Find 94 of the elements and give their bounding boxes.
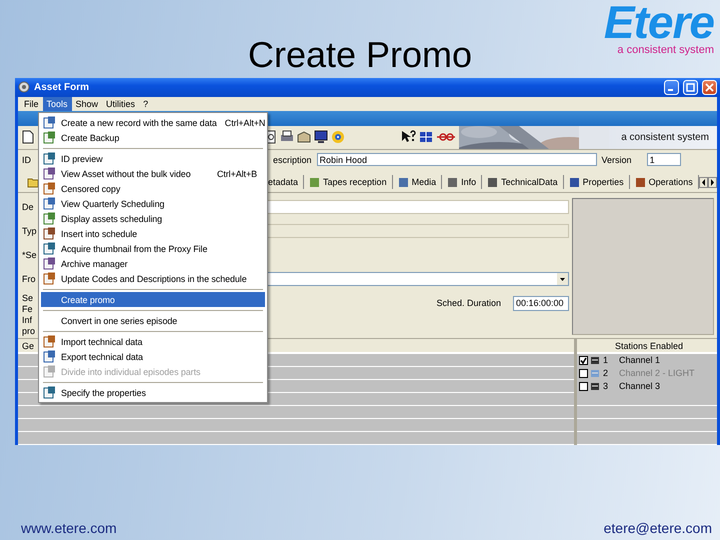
menu-item[interactable]: Censored copy bbox=[41, 181, 265, 196]
tool-icon bbox=[43, 257, 56, 270]
station-number: 1 bbox=[603, 355, 610, 366]
disc-icon[interactable] bbox=[331, 130, 346, 144]
field-label: Fe bbox=[22, 304, 34, 316]
minimize-button[interactable] bbox=[664, 80, 679, 95]
menu-item[interactable]: Create Backup bbox=[41, 130, 265, 145]
menu-item[interactable]: Specify the properties bbox=[41, 385, 265, 400]
tab[interactable]: Tapes reception bbox=[304, 175, 393, 190]
logo: Etere bbox=[604, 0, 714, 44]
field-label: escription bbox=[273, 154, 312, 165]
tool-icon bbox=[43, 182, 56, 195]
email-address[interactable]: etere@etere.com bbox=[604, 520, 712, 536]
tab[interactable]: Media bbox=[392, 175, 442, 190]
tool-icon bbox=[43, 152, 56, 165]
menu-item[interactable]: Display assets scheduling bbox=[41, 211, 265, 226]
menu-item[interactable]: Create a new record with the same data Ctrl+Alt+N bbox=[41, 115, 265, 130]
station-name: Channel 1 bbox=[619, 355, 660, 366]
tab[interactable]: Info bbox=[442, 175, 482, 190]
tab-icon bbox=[309, 176, 320, 188]
menu-item[interactable]: ? bbox=[139, 96, 152, 111]
menu-item[interactable]: Create promo bbox=[41, 292, 265, 307]
station-icon bbox=[590, 354, 601, 366]
tool-icon bbox=[43, 365, 56, 378]
tool-icon bbox=[43, 350, 56, 363]
tab[interactable]: Operations bbox=[630, 175, 699, 190]
station-number: 3 bbox=[603, 381, 610, 392]
field-label: Sched. Duration bbox=[436, 298, 501, 308]
checkbox[interactable] bbox=[579, 382, 588, 391]
tab-icon bbox=[568, 176, 580, 188]
menu-item[interactable]: Utilities bbox=[102, 96, 140, 111]
logo-tagline: a consistent system bbox=[617, 44, 714, 56]
menu-item[interactable]: View Asset without the bulk video Ctrl+Alt+B bbox=[41, 166, 265, 181]
tab[interactable]: Properties bbox=[564, 175, 630, 190]
tool-icon bbox=[43, 227, 56, 240]
menu-item[interactable]: File bbox=[20, 96, 43, 111]
duration-field[interactable]: 00:16:00:00 bbox=[513, 296, 569, 311]
tool-icon bbox=[43, 197, 56, 210]
field-label: Inf bbox=[22, 315, 34, 326]
tool-icon bbox=[43, 335, 56, 348]
window-title: Asset Form bbox=[34, 82, 90, 93]
tab-icon bbox=[634, 176, 646, 188]
menu-item[interactable]: Insert into schedule bbox=[41, 226, 265, 241]
tool-icon bbox=[43, 272, 56, 285]
station-name: Channel 2 - LIGHT bbox=[619, 368, 695, 378]
website-url[interactable]: www.etere.com bbox=[21, 520, 117, 536]
slide-title: Create Promo bbox=[248, 34, 472, 77]
banner-tagline: a consistent system bbox=[621, 132, 710, 143]
maximize-button[interactable] bbox=[683, 80, 698, 95]
tool-icon bbox=[43, 167, 56, 180]
menu-item[interactable]: View Quarterly Scheduling bbox=[41, 196, 265, 211]
tool-icon bbox=[43, 242, 56, 255]
menu-item[interactable]: Update Codes and Descriptions in the schedule bbox=[41, 271, 265, 286]
menu-item[interactable]: Tools bbox=[42, 96, 72, 111]
field-label: Fro bbox=[22, 274, 36, 284]
station-icon bbox=[590, 368, 601, 379]
menu-item[interactable]: Import technical data bbox=[41, 334, 265, 349]
close-button[interactable] bbox=[702, 80, 717, 95]
monitor-icon[interactable] bbox=[314, 130, 328, 144]
tab-icon bbox=[487, 176, 498, 188]
table-icon[interactable] bbox=[418, 130, 433, 144]
scroll-right-icon[interactable] bbox=[708, 176, 717, 188]
tool-icon bbox=[43, 131, 56, 144]
field-label: Se bbox=[22, 293, 34, 304]
box-icon[interactable] bbox=[297, 130, 312, 144]
menu-item[interactable]: ID preview bbox=[41, 151, 265, 166]
field-label: De bbox=[22, 202, 35, 212]
tab-icon bbox=[398, 176, 409, 188]
tool-icon bbox=[43, 212, 56, 225]
menu-item[interactable]: Archive manager bbox=[41, 256, 265, 271]
station-number: 2 bbox=[603, 368, 610, 378]
tool-icon bbox=[43, 386, 56, 399]
station-icon bbox=[590, 380, 601, 392]
scroll-left-icon[interactable] bbox=[698, 176, 708, 188]
field-label: *Se bbox=[22, 250, 38, 260]
menu-item[interactable]: Show bbox=[72, 96, 102, 111]
field-label: pro bbox=[22, 326, 36, 338]
menu-item[interactable]: Acquire thumbnail from the Proxy File bbox=[41, 241, 265, 256]
checkbox[interactable] bbox=[579, 356, 588, 365]
field-label: Version bbox=[602, 154, 632, 165]
page-icon[interactable] bbox=[22, 130, 34, 144]
field-label: ID bbox=[22, 154, 31, 165]
magnifier-icon[interactable] bbox=[265, 130, 278, 144]
field-label: Typ bbox=[22, 226, 38, 236]
tab-icon bbox=[447, 176, 458, 188]
app-icon bbox=[18, 81, 30, 94]
menu-item[interactable]: Convert in one series episode bbox=[41, 313, 265, 328]
text-field[interactable]: Robin Hood bbox=[316, 153, 597, 166]
text-field[interactable]: 1 bbox=[646, 153, 681, 166]
tool-icon bbox=[43, 116, 56, 129]
column-header[interactable]: Stations Enabled bbox=[577, 339, 717, 354]
station-name: Channel 3 bbox=[619, 381, 660, 392]
help-pointer-icon[interactable] bbox=[400, 130, 416, 144]
tab[interactable]: TechnicalData bbox=[482, 175, 564, 190]
